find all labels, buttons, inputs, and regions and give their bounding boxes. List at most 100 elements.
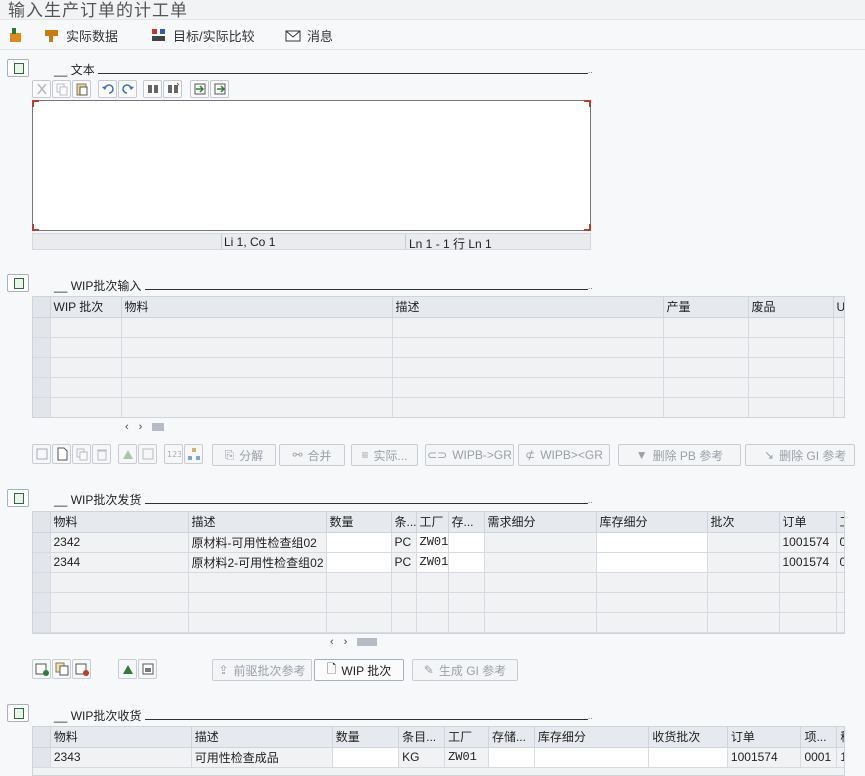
add-row-button[interactable] (32, 659, 51, 679)
scroll-right-icon[interactable]: › (139, 421, 143, 433)
copy-button[interactable] (52, 80, 71, 98)
scroll-right-icon[interactable]: › (344, 636, 348, 648)
col-order[interactable]: 订单 (779, 512, 837, 533)
table-row[interactable]: 2344 原材料2-可用性检查组02 PC ZW01 1001574 00 (33, 552, 844, 573)
col-stock-seg[interactable]: 库存细分 (596, 512, 708, 533)
wip-batch-button[interactable]: 🗋 WIP 批次 (314, 659, 404, 681)
wip-input-toggle[interactable] (7, 274, 29, 292)
text-section-toggle[interactable] (7, 59, 29, 77)
col-description[interactable]: 描述 (188, 512, 327, 533)
filter-button[interactable] (138, 659, 157, 679)
col-storage[interactable]: 存... (448, 512, 485, 533)
col-scrap[interactable]: 废品 (748, 297, 834, 318)
target-actual-button[interactable]: 目标/实际比较 (151, 26, 255, 44)
wip-input-grid[interactable]: WIP 批次 物料 描述 产量 废品 Un (32, 296, 845, 418)
wip-issue-hscroll[interactable]: ‹ › (330, 635, 378, 649)
split-button[interactable]: ⎘ 分解 (212, 444, 276, 466)
col-wip-batch[interactable]: WIP 批次 (50, 297, 122, 318)
cell-storage[interactable] (488, 747, 535, 768)
table-row[interactable] (33, 337, 844, 358)
cell-quantity-input[interactable] (326, 532, 392, 553)
actual-button[interactable]: ≡ 实际... (351, 444, 418, 466)
table-row[interactable] (33, 612, 844, 633)
col-quantity[interactable]: 数量 (332, 727, 400, 748)
cut-button[interactable] (32, 80, 51, 98)
select-all-cell[interactable] (33, 512, 51, 533)
col-unit[interactable]: Un (833, 297, 844, 318)
table-row[interactable]: 2343 可用性检查成品 KG ZW01 1001574 0001 101 (33, 747, 844, 768)
col-receipt-batch[interactable]: 收货批次 (648, 727, 728, 748)
col-batch[interactable]: 批次 (707, 512, 780, 533)
find-next-button[interactable] (163, 80, 182, 98)
hierarchy-button[interactable] (184, 444, 203, 464)
col-stock-seg[interactable]: 库存细分 (534, 727, 650, 748)
table-row[interactable] (33, 357, 844, 378)
undo-button[interactable] (98, 80, 117, 98)
messages-button[interactable]: 消息 (285, 26, 333, 44)
cell-plant[interactable]: ZW01 (416, 532, 449, 553)
wipb-ungr-button[interactable]: ⊄ WIPB><GR (518, 444, 610, 466)
cell-plant[interactable]: ZW01 (416, 552, 449, 573)
col-description[interactable]: 描述 (392, 297, 664, 318)
cell-stock-seg[interactable] (534, 747, 650, 768)
redo-button[interactable] (118, 80, 137, 98)
col-quantity[interactable]: 数量 (326, 512, 392, 533)
actual-data-button[interactable]: 实际数据 (44, 26, 118, 44)
delete-row-button[interactable] (92, 444, 111, 464)
wip-receipt-grid[interactable]: 物料 描述 数量 条目... 工厂 存储... 库存细分 收货批次 订单 项..… (32, 726, 845, 776)
col-unit[interactable]: 条... (391, 512, 417, 533)
text-editor[interactable] (32, 100, 591, 231)
col-material[interactable]: 物料 (50, 512, 189, 533)
copy-issue-button[interactable] (52, 659, 71, 679)
table-row[interactable] (33, 397, 844, 417)
details-button[interactable] (32, 444, 51, 464)
copy-row-button[interactable] (72, 444, 91, 464)
col-plant[interactable]: 工厂 (444, 727, 489, 748)
col-operation[interactable]: 工 (836, 512, 844, 533)
select-all-cell[interactable] (33, 297, 51, 318)
scroll-thumb[interactable] (152, 423, 165, 431)
table-row[interactable] (33, 592, 844, 613)
cell-storage[interactable] (448, 532, 485, 553)
table-row[interactable] (33, 377, 844, 398)
col-requirement-seg[interactable]: 需求细分 (484, 512, 597, 533)
exit-button[interactable] (8, 26, 24, 44)
wip-issue-toggle[interactable] (7, 489, 29, 507)
wip-issue-grid[interactable]: 物料 描述 数量 条... 工厂 存... 需求细分 库存细分 批次 订单 工 … (32, 511, 845, 634)
cell-stock-seg[interactable] (596, 532, 708, 553)
table-row[interactable]: 2342 原材料-可用性检查组02 PC ZW01 1001574 00 (33, 532, 844, 553)
col-storage[interactable]: 存储... (488, 727, 535, 748)
create-gi-ref-button[interactable]: ✎ 生成 GI 参考 (412, 659, 518, 681)
delete-pb-ref-button[interactable]: ▼ 删除 PB 参考 (618, 444, 741, 466)
col-material[interactable]: 物料 (50, 727, 192, 748)
number-button[interactable]: 123 (164, 444, 183, 464)
paste-button[interactable] (72, 80, 91, 98)
sort-asc-button[interactable] (118, 444, 137, 464)
sort-desc-button[interactable] (138, 444, 157, 464)
table-row[interactable] (33, 572, 844, 593)
sort-button[interactable] (118, 659, 137, 679)
scroll-left-icon[interactable]: ‹ (330, 636, 334, 648)
delete-gi-ref-button[interactable]: ↘ 删除 GI 参考 (745, 444, 855, 466)
col-unit[interactable]: 条目... (398, 727, 446, 748)
col-description[interactable]: 描述 (191, 727, 333, 748)
cell-quantity-input[interactable] (326, 552, 392, 573)
cell-stock-seg[interactable] (596, 552, 708, 573)
predecessor-batch-ref-button[interactable]: ⇪ 前驱批次参考 (212, 659, 312, 681)
export-button[interactable] (210, 80, 229, 98)
wipb-gr-button[interactable]: ⊂⊃ WIPB->GR (425, 444, 514, 466)
scroll-left-icon[interactable]: ‹ (125, 421, 129, 433)
new-row-button[interactable] (52, 444, 71, 464)
col-material[interactable]: 物料 (121, 297, 393, 318)
merge-button[interactable]: ⚯ 合并 (279, 444, 345, 466)
select-all-cell[interactable] (33, 727, 51, 748)
col-order[interactable]: 订单 (727, 727, 802, 748)
wip-receipt-toggle[interactable] (7, 704, 29, 722)
cell-storage[interactable] (448, 552, 485, 573)
table-row[interactable] (33, 317, 844, 338)
import-button[interactable] (190, 80, 209, 98)
delete-issue-button[interactable] (72, 659, 91, 679)
col-movement[interactable]: 移动 (836, 727, 844, 748)
col-plant[interactable]: 工厂 (416, 512, 449, 533)
cell-quantity-input[interactable] (332, 747, 400, 768)
